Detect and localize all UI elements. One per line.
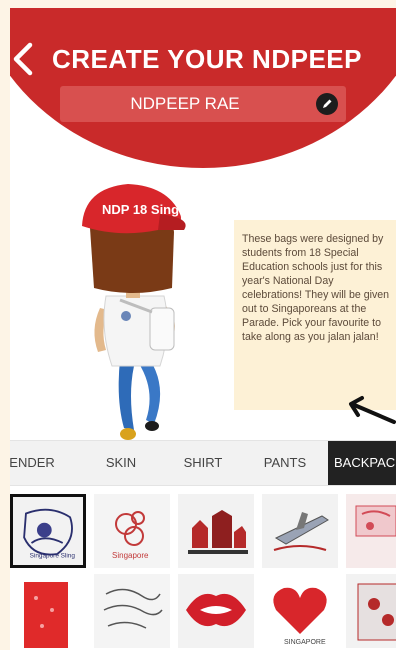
info-callout: These bags were designed by students fro… bbox=[234, 220, 396, 410]
bag-caption: Singapore bbox=[112, 551, 149, 560]
tab-skin[interactable]: SKIN bbox=[86, 441, 156, 485]
tab-backpack[interactable]: BACKPACK bbox=[328, 441, 396, 485]
bag-option[interactable] bbox=[262, 494, 338, 568]
backpack-grid: Singapore Sling Singapore SINGAPORE bbox=[10, 486, 396, 650]
bag-option[interactable]: Singapore bbox=[94, 494, 170, 568]
bag-option[interactable] bbox=[10, 574, 86, 648]
cap-logo-text: NDP 18 Sing bbox=[102, 202, 179, 217]
bag-option[interactable] bbox=[178, 494, 254, 568]
category-tabs: GENDER SKIN SHIRT PANTS BACKPACK bbox=[10, 440, 396, 486]
bag-option[interactable]: SINGAPORE bbox=[262, 574, 338, 648]
tab-pants[interactable]: PANTS bbox=[250, 441, 320, 485]
bag-option[interactable] bbox=[346, 494, 396, 568]
bag-option[interactable] bbox=[178, 574, 254, 648]
tab-shirt[interactable]: SHIRT bbox=[168, 441, 238, 485]
name-field[interactable]: NDPEEP RAE bbox=[60, 86, 346, 122]
bag-caption: Singapore Sling bbox=[30, 553, 76, 560]
bag-option[interactable] bbox=[346, 574, 396, 648]
name-value: NDPEEP RAE bbox=[130, 94, 240, 113]
pencil-edit-icon[interactable] bbox=[316, 93, 338, 115]
tab-gender[interactable]: GENDER bbox=[10, 441, 68, 485]
back-arrow-icon[interactable] bbox=[12, 42, 34, 76]
bag-option[interactable]: Singapore Sling bbox=[10, 494, 86, 568]
bag-caption: SINGAPORE bbox=[284, 639, 326, 646]
arrow-annotation-icon bbox=[349, 396, 396, 424]
avatar-figure: NDP 18 Sing bbox=[82, 184, 186, 440]
page-title: CREATE YOUR NDPEEP bbox=[52, 44, 362, 74]
app-screen: CREATE YOUR NDPEEP NDPEEP RAE NDP 18 Sin… bbox=[10, 8, 396, 650]
bag-option[interactable] bbox=[94, 574, 170, 648]
